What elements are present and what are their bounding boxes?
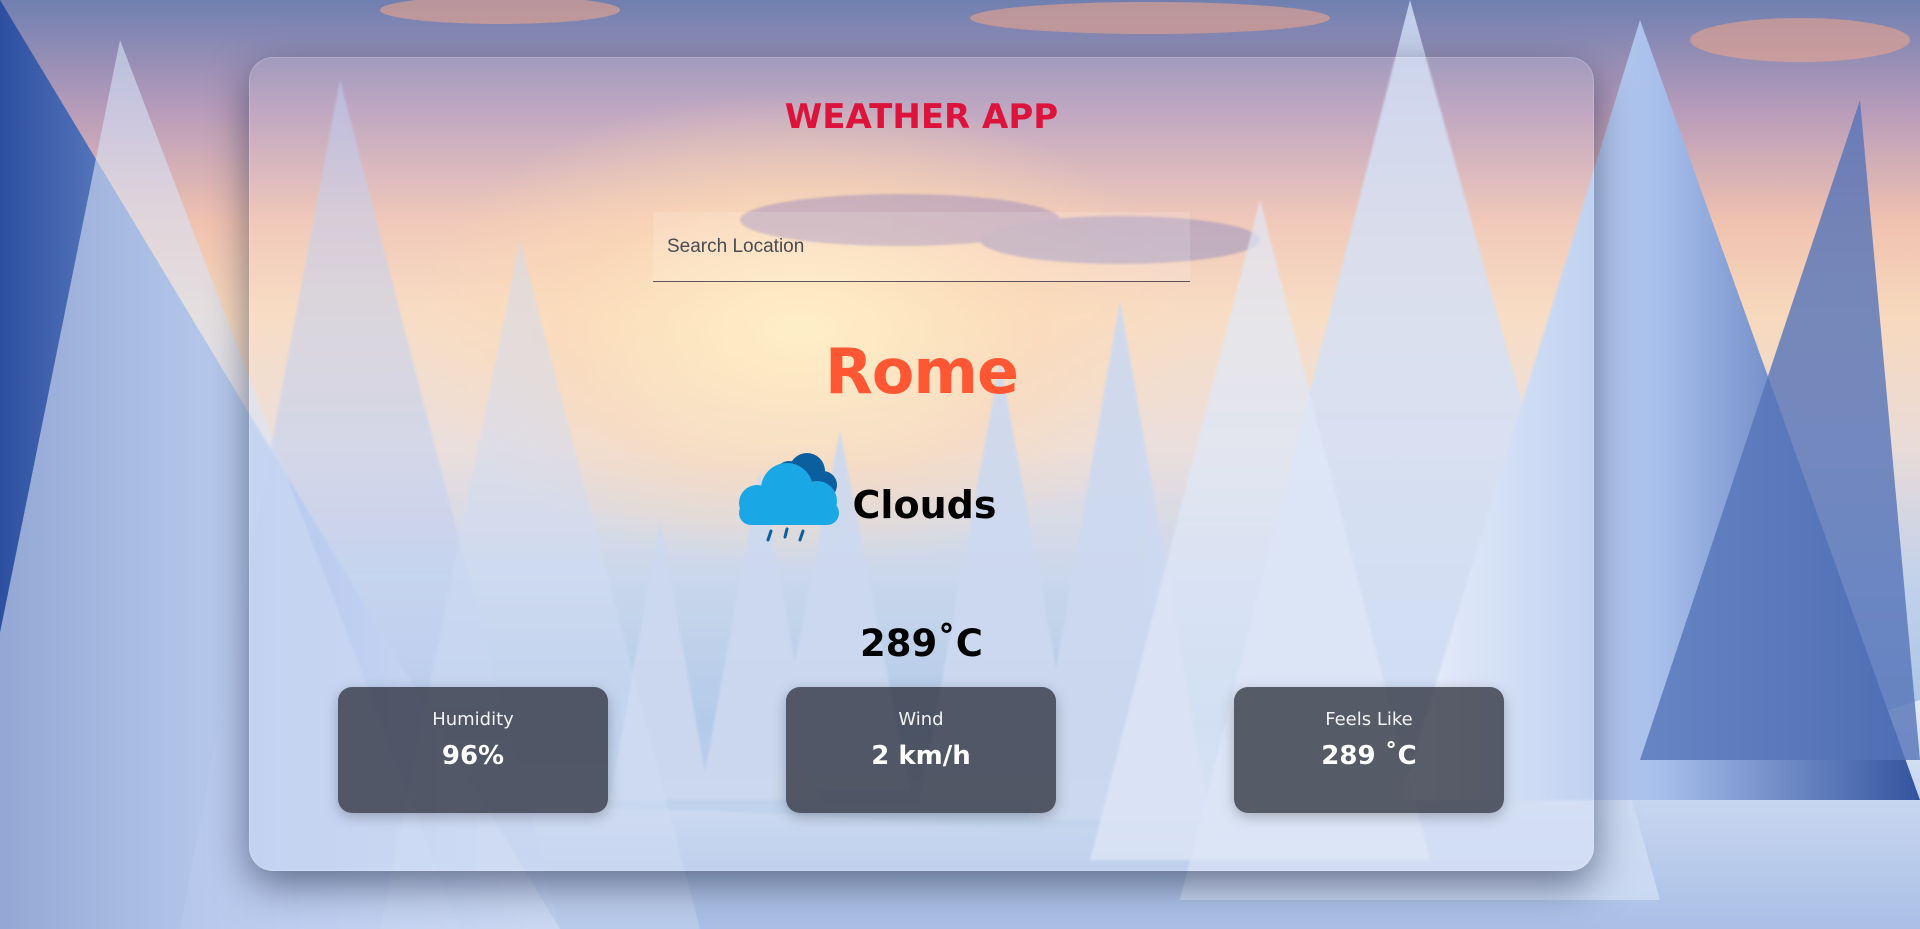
temperature: 289˚C <box>860 622 983 665</box>
feels-like-value: 289 ˚C <box>1321 741 1417 771</box>
search-bar <box>653 212 1190 282</box>
wind-label: Wind <box>898 709 944 730</box>
app-title: WEATHER APP <box>784 97 1059 137</box>
search-location-input[interactable] <box>653 212 1190 282</box>
weather-card: WEATHER APP Rome Clouds 289˚C <box>249 57 1594 871</box>
feels-like-label: Feels Like <box>1325 709 1413 730</box>
city-name: Rome <box>825 335 1019 408</box>
humidity-box: Humidity 96% <box>338 687 608 813</box>
feels-like-box: Feels Like 289 ˚C <box>1234 687 1504 813</box>
rain-cloud-icon <box>727 445 847 545</box>
humidity-value: 96% <box>441 741 505 771</box>
wind-box: Wind 2 km/h <box>786 687 1056 813</box>
wind-value: 2 km/h <box>871 741 971 771</box>
condition-label: Clouds <box>852 483 997 527</box>
weather-condition: Clouds <box>249 445 1594 545</box>
humidity-label: Humidity <box>432 709 514 730</box>
